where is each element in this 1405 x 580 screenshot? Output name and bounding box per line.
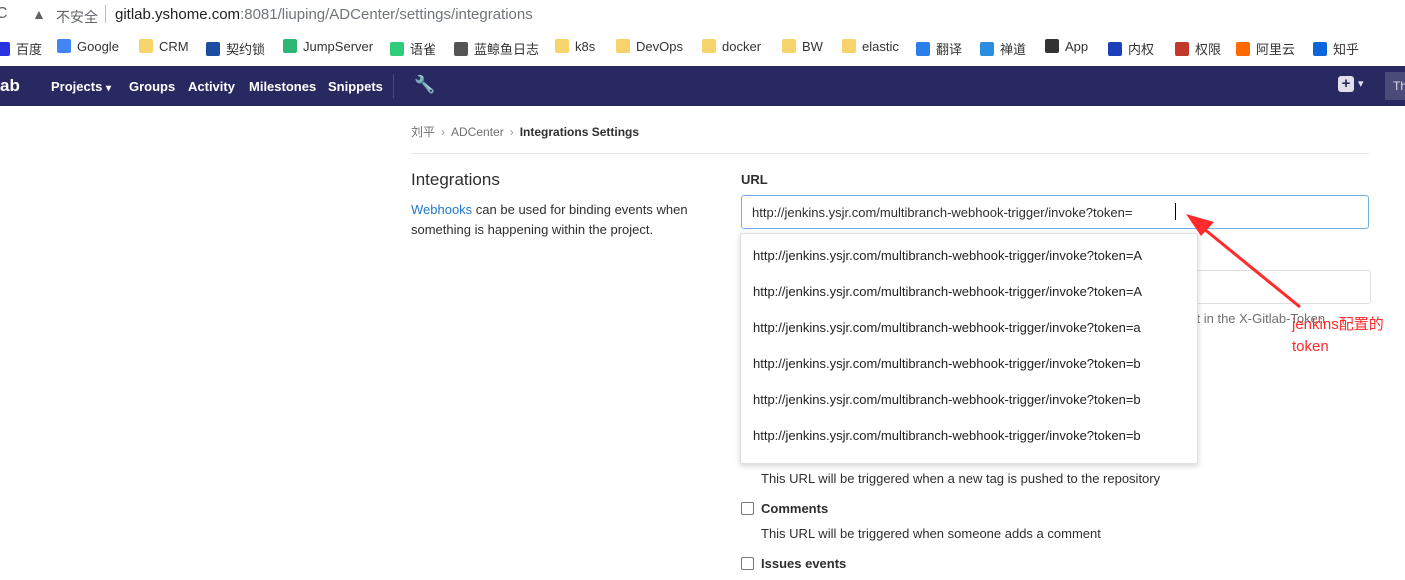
- annotation-line-2: token: [1292, 338, 1329, 355]
- annotation-arrow: [1186, 214, 1301, 309]
- annotation-line-1: jenkins配置的: [1292, 316, 1384, 333]
- annotation-text: jenkins配置的 token: [1292, 314, 1384, 358]
